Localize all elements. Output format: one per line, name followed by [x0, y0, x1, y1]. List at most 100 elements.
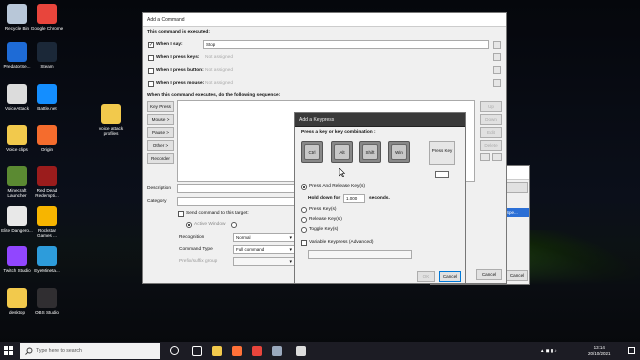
start-button[interactable] [4, 346, 14, 356]
active-window-label: Active Window [194, 222, 226, 227]
copy-icon[interactable] [480, 153, 490, 161]
desktop-folder-voice-attack-profiles[interactable]: voice attack profiles [93, 104, 129, 136]
behind-cancel-button[interactable]: Cancel [506, 270, 528, 281]
action-button-pause[interactable]: Pause > [147, 127, 174, 138]
desktop-icon-label: Steam [40, 64, 54, 69]
desktop-icon-0[interactable]: Recycle Bin [0, 4, 34, 31]
desktop-icon-3[interactable]: Steam [30, 42, 64, 69]
voiceattack-taskbar-icon[interactable] [296, 346, 306, 356]
ok-button[interactable]: OK [417, 271, 435, 282]
paste-icon[interactable] [492, 153, 502, 161]
ctrl-key-label: Ctrl [304, 144, 320, 160]
desktop-icon-5[interactable]: Battle.net [30, 84, 64, 111]
desktop-icon-10[interactable]: Elite Dangero... [0, 206, 34, 233]
active-window-radio[interactable] [186, 222, 192, 228]
press-release-label: Press And Release Key(s) [309, 184, 365, 189]
command-cancel-button[interactable]: Cancel [476, 269, 502, 280]
desktop-icon-15[interactable]: OBS Studio [30, 288, 64, 315]
when-press-keys-checkbox[interactable] [148, 55, 154, 61]
variable-keypress-label: Variable Keypress (Advanced) [309, 240, 374, 245]
when-say-input[interactable]: Stop [203, 40, 489, 49]
keyboard-icon[interactable] [435, 171, 449, 178]
when-press-button-value: Not assigned [205, 68, 233, 73]
ctrl-key-button[interactable]: Ctrl [301, 141, 323, 163]
sequence-down-button[interactable]: Down [480, 114, 502, 125]
combo-label: Press a key or key combination : [301, 130, 376, 135]
press-release-radio[interactable] [301, 184, 307, 190]
origin-icon [37, 125, 57, 145]
sequence-edit-button[interactable]: Edit [480, 127, 502, 138]
file-explorer-icon[interactable] [212, 346, 222, 356]
when-press-button-label: When I press button: [156, 68, 204, 73]
toggle-keys-radio[interactable] [301, 227, 307, 233]
press-keys-radio[interactable] [301, 207, 307, 213]
desktop-icon-label: OBS Studio [34, 310, 59, 315]
hold-down-label: Hold down for [308, 196, 341, 201]
hold-duration-input[interactable]: 1.000 [343, 194, 365, 203]
mouse-cursor-icon [339, 168, 345, 177]
twitch-icon [7, 246, 27, 266]
desktop-icon-7[interactable]: Origin [30, 125, 64, 152]
desktop-icon-14[interactable]: desktop [0, 288, 34, 315]
keypress-cancel-button[interactable]: Cancel [439, 271, 461, 282]
recognition-select[interactable]: Normal [233, 233, 295, 242]
taskbar-search-box[interactable]: Type here to search [20, 343, 160, 359]
alt-key-button[interactable]: Alt [331, 141, 353, 163]
when-press-mouse-button[interactable] [493, 79, 501, 87]
desktop-icon-11[interactable]: Rockstar Games ... [30, 206, 64, 238]
when-press-keys-button[interactable] [493, 53, 501, 61]
sequence-delete-button[interactable]: Delete [480, 140, 502, 151]
desktop-icon-1[interactable]: Google Chrome [30, 4, 64, 31]
press-keys-label: Press Key(s) [309, 207, 337, 212]
recognition-label: Recognition [179, 235, 205, 240]
behind-top-button[interactable] [504, 182, 528, 193]
action-button-key-press[interactable]: Key Press [147, 101, 174, 112]
specific-window-radio[interactable] [231, 222, 237, 228]
desktop-icon-4[interactable]: VoiceAttack [0, 84, 34, 111]
desktop-icon-13[interactable]: EyeMineta... [30, 246, 64, 273]
task-view-icon[interactable] [192, 346, 202, 356]
sequence-up-button[interactable]: Up [480, 101, 502, 112]
command-type-select[interactable]: Full command [233, 245, 295, 254]
when-press-mouse-checkbox[interactable] [148, 81, 154, 87]
action-button-mouse[interactable]: Mouse > [147, 114, 174, 125]
desktop-icon-8[interactable]: Minecraft Launcher [0, 166, 34, 198]
desktop-icon-label: Elite Dangero... [1, 228, 33, 233]
variable-keypress-input[interactable] [308, 250, 412, 259]
minecraft-icon [7, 166, 27, 186]
variable-keypress-checkbox[interactable] [301, 240, 307, 246]
elite-dangerous-icon [7, 206, 27, 226]
send-target-checkbox[interactable] [178, 211, 184, 217]
add-keypress-title: Add a Keypress [295, 113, 465, 127]
executed-label: This command is executed: [147, 30, 210, 35]
cortana-icon[interactable] [170, 346, 179, 355]
tray-icons[interactable]: ▲ ◼ ▮ ♪ [540, 348, 557, 354]
desktop-icon-12[interactable]: Twitch Studio [0, 246, 34, 273]
clock[interactable]: 13:14 20/10/2021 [588, 345, 611, 357]
recycle-bin-icon [7, 4, 27, 24]
obs-icon [37, 288, 57, 308]
steam-taskbar-icon[interactable] [272, 346, 282, 356]
desktop-icon-2[interactable]: PredatorSe... [0, 42, 34, 69]
firefox-icon[interactable] [232, 346, 242, 356]
release-keys-radio[interactable] [301, 217, 307, 223]
chrome-taskbar-icon[interactable] [252, 346, 262, 356]
when-say-label: When I say: [156, 42, 183, 47]
prefix-group-select[interactable] [233, 257, 295, 266]
when-say-checkbox[interactable]: ✓ [148, 42, 154, 48]
desktop-icon-9[interactable]: Red Dead Redempti... [30, 166, 64, 198]
command-type-label: Command Type [179, 247, 213, 252]
eyemine-icon [37, 246, 57, 266]
notifications-icon[interactable] [628, 347, 635, 354]
search-icon [25, 347, 33, 355]
desktop-icon-6[interactable]: Voice clips [0, 125, 34, 152]
when-press-button-checkbox[interactable] [148, 68, 154, 74]
shift-key-button[interactable]: Shift [359, 141, 381, 163]
win-key-label: Win [391, 144, 407, 160]
when-press-button-button[interactable] [493, 66, 501, 74]
win-key-button[interactable]: Win [388, 141, 410, 163]
when-say-options-button[interactable] [493, 41, 501, 49]
press-key-button[interactable]: Press Key [429, 141, 455, 165]
action-button-other[interactable]: Other > [147, 140, 174, 151]
action-button-recorder[interactable]: Recorder [147, 153, 174, 164]
